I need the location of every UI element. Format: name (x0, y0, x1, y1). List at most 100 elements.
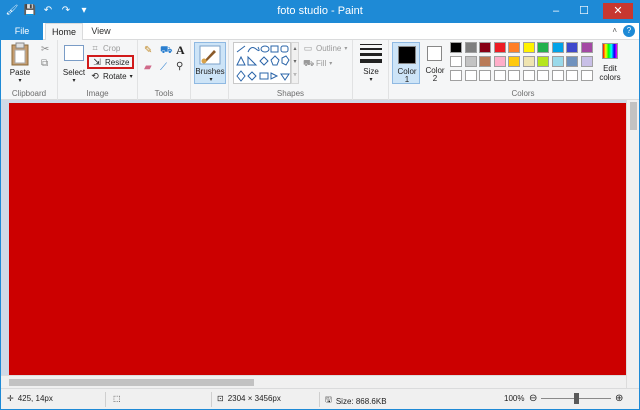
group-colors: Edit colors Colors (449, 40, 627, 100)
rainbow-palette-icon (602, 43, 618, 59)
help-icon[interactable]: ? (623, 25, 635, 37)
color-swatch[interactable] (522, 56, 535, 67)
image-dimensions-icon: ⊡ (217, 394, 224, 403)
clipboard-group-label: Clipboard (11, 89, 47, 98)
color1-swatch (398, 46, 416, 64)
color2-button[interactable]: Color 2 (422, 42, 448, 84)
select-button[interactable]: Select ▾ (62, 43, 86, 84)
paste-button[interactable]: Paste ▾ (7, 42, 33, 84)
size-button[interactable]: Size ▾ (357, 42, 385, 84)
brushes-button[interactable]: Brushes ▾ (194, 42, 226, 84)
color2-swatch (427, 46, 442, 61)
fill-button[interactable]: ⛟ Fill ▾ (303, 58, 332, 68)
resize-icon: ⇲ (93, 57, 101, 67)
eraser-icon[interactable]: ▰ (144, 62, 152, 73)
color-swatch[interactable] (464, 56, 477, 67)
color-swatch[interactable] (493, 70, 506, 81)
color-swatch[interactable] (479, 42, 491, 53)
brushes-dropdown-icon: ▾ (209, 77, 213, 83)
group-tools: ✎ ⛟ A ▰ ⟋ ⚲ Tools (138, 40, 191, 100)
edit-colors-button[interactable]: Edit colors (597, 42, 623, 84)
rotate-button[interactable]: ⟲ Rotate ▾ (90, 71, 132, 81)
color-swatch[interactable] (450, 70, 462, 81)
zoom-in-icon[interactable]: ⊕ (615, 393, 623, 404)
clipboard-icon (11, 42, 29, 66)
color-swatch[interactable] (551, 42, 564, 53)
ribbon: Paste ▾ ✂ ⧉ Clipboard Select ▾ ⌗ Crop ⇲ … (1, 40, 639, 100)
color-swatch[interactable] (508, 42, 520, 53)
select-dropdown-icon: ▾ (72, 78, 76, 84)
color-swatch[interactable] (551, 70, 564, 81)
magnifier-icon[interactable]: ⚲ (176, 61, 183, 72)
status-divider (319, 392, 320, 407)
color-swatch[interactable] (493, 56, 506, 67)
color-swatch[interactable] (450, 42, 462, 53)
pencil-icon[interactable]: ✎ (144, 45, 152, 56)
color-swatch[interactable] (537, 42, 549, 53)
color-picker-icon[interactable]: ⟋ (160, 62, 167, 73)
selection-size-icon: ⬚ (113, 394, 121, 403)
tab-home[interactable]: Home (45, 23, 83, 41)
color-swatch[interactable] (493, 42, 506, 53)
size-label: Size (363, 67, 379, 76)
color-swatch[interactable] (537, 70, 549, 81)
window-controls: – ☐ ✕ (547, 3, 633, 19)
resize-button[interactable]: ⇲ Resize (87, 55, 135, 69)
shapes-group-label: Shapes (276, 89, 305, 98)
shapes-scroll[interactable]: ▴ ▾ ▿ (291, 42, 299, 84)
color-swatch[interactable] (580, 56, 593, 67)
select-label: Select (62, 68, 86, 77)
drawing-canvas[interactable] (9, 103, 626, 375)
group-size: Size ▾ (353, 40, 389, 100)
cut-icon[interactable]: ✂ (41, 44, 49, 55)
color-swatch[interactable] (479, 56, 491, 67)
color-swatch[interactable] (508, 70, 520, 81)
outline-label: Outline (316, 43, 342, 53)
fill-bucket-icon[interactable]: ⛟ (160, 45, 173, 58)
color-swatch[interactable] (450, 56, 462, 67)
zoom-slider-thumb[interactable] (574, 393, 579, 404)
image-dimensions: ⊡ 2304 × 3456px (217, 394, 281, 403)
color-swatch[interactable] (479, 70, 491, 81)
status-bar: ✛ 425, 14px ⬚ ⊡ 2304 × 3456px 🖫 Size: 86… (1, 388, 639, 409)
shapes-gallery[interactable] (233, 42, 291, 84)
brushes-label: Brushes (195, 67, 225, 76)
minimize-icon[interactable]: – (547, 3, 565, 19)
collapse-ribbon-icon[interactable]: ˄ (612, 26, 617, 35)
zoom-out-icon[interactable]: ⊖ (529, 393, 537, 404)
title-bar: 🖌 💾 ↶ ↷ ▾ foto studio - Paint – ☐ ✕ (1, 1, 639, 23)
paste-dropdown-icon: ▾ (18, 78, 22, 84)
group-image: Select ▾ ⌗ Crop ⇲ Resize ⟲ Rotate ▾ Imag… (58, 40, 138, 100)
color-swatch[interactable] (566, 70, 578, 81)
text-icon[interactable]: A (176, 43, 185, 58)
file-size: 🖫 Size: 868.6KB (325, 394, 387, 408)
horizontal-scroll-thumb[interactable] (9, 379, 254, 386)
vertical-scrollbar[interactable] (626, 100, 639, 388)
color1-button[interactable]: Color 1 (392, 42, 420, 84)
color-swatch[interactable] (537, 56, 549, 67)
close-icon[interactable]: ✕ (603, 3, 633, 19)
color-swatch[interactable] (566, 42, 578, 53)
color-swatch[interactable] (508, 56, 520, 67)
copy-icon[interactable]: ⧉ (41, 58, 48, 69)
color-swatch[interactable] (580, 42, 593, 53)
outline-button[interactable]: ▭ Outline ▾ (303, 43, 348, 53)
color-swatch[interactable] (580, 70, 593, 81)
color-swatch[interactable] (464, 70, 477, 81)
vertical-scroll-thumb[interactable] (630, 102, 637, 130)
size-lines-icon (360, 44, 382, 63)
edit-colors-label-2: colors (599, 73, 621, 82)
color-swatch[interactable] (464, 42, 477, 53)
tab-view[interactable]: View (85, 23, 117, 40)
color-swatch[interactable] (522, 70, 535, 81)
cursor-position: ✛ 425, 14px (7, 394, 53, 403)
maximize-icon[interactable]: ☐ (575, 3, 593, 19)
tab-file[interactable]: File (1, 23, 43, 40)
color-swatch[interactable] (551, 56, 564, 67)
color1-number: 1 (404, 75, 410, 84)
color-swatch[interactable] (522, 42, 535, 53)
horizontal-scrollbar[interactable] (1, 375, 626, 388)
crop-button[interactable]: ⌗ Crop (90, 43, 120, 53)
file-size-value: Size: 868.6KB (335, 396, 387, 406)
color-swatch[interactable] (566, 56, 578, 67)
